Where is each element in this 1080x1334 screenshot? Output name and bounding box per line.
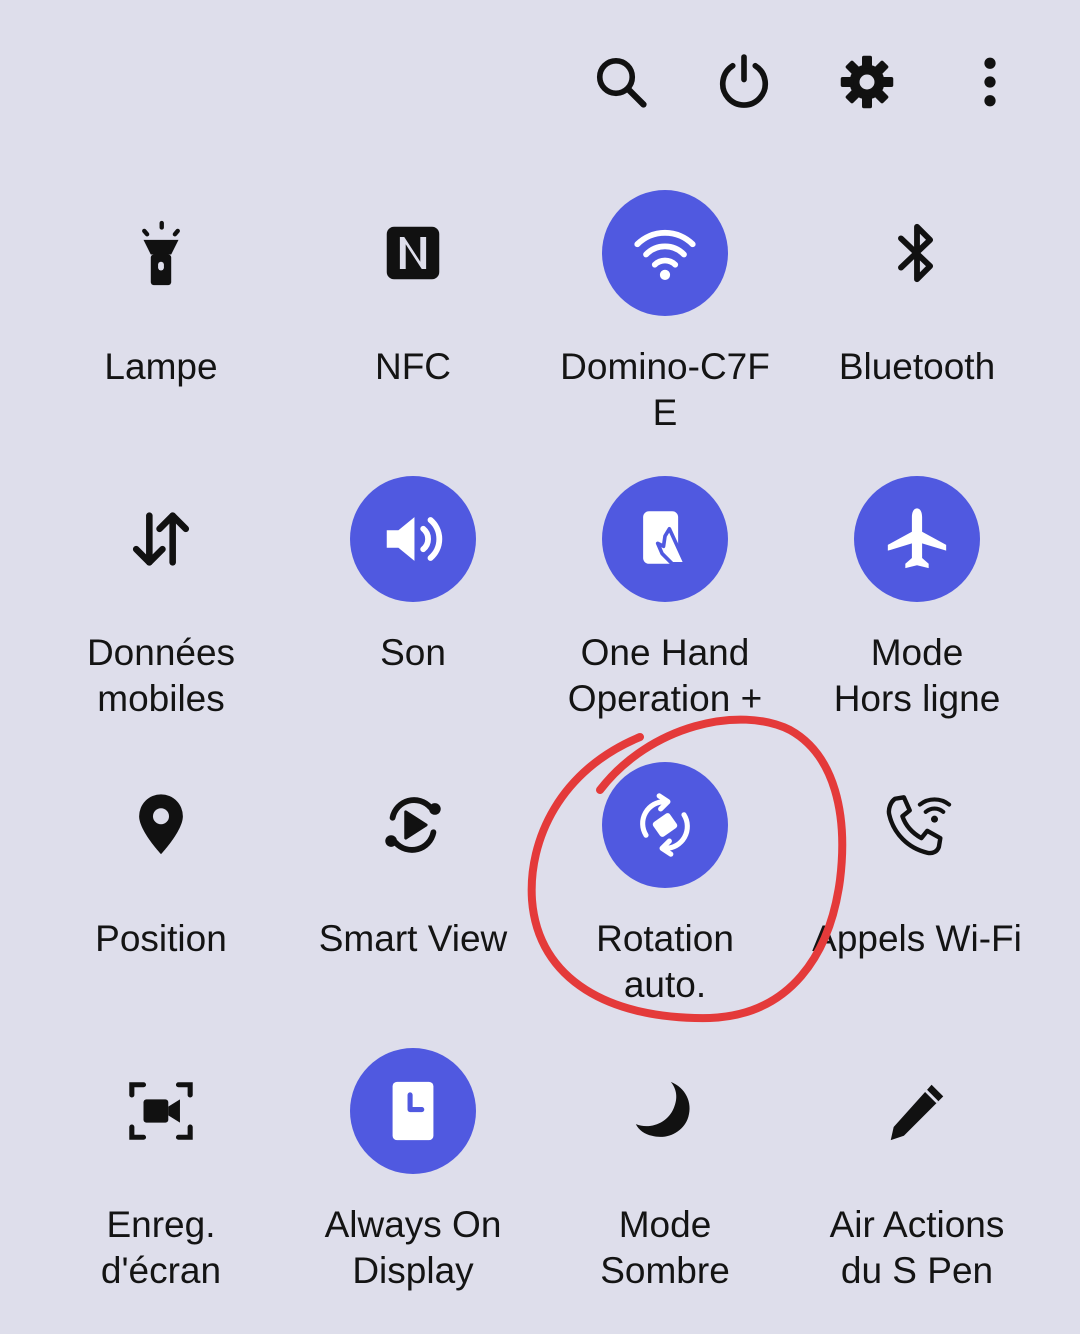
tile-mobile-data[interactable]: Données mobiles — [35, 476, 287, 762]
tile-bluetooth[interactable]: Bluetooth — [791, 190, 1043, 476]
tile-auto-rotate[interactable]: Rotation auto. — [539, 762, 791, 1048]
location-icon — [139, 794, 183, 855]
tile-label: Air Actions du S Pen — [829, 1204, 1005, 1291]
tile-dark-mode[interactable]: Mode Sombre — [539, 1048, 791, 1334]
more-options-button[interactable] — [950, 42, 1030, 122]
tile-smart-view[interactable]: Smart View — [287, 762, 539, 1048]
tile-always-on-display[interactable]: Always On Display — [287, 1048, 539, 1334]
tile-label: Mode Hors ligne — [833, 632, 1001, 719]
tile-label: Bluetooth — [838, 346, 996, 387]
tile-icon — [602, 1048, 728, 1174]
tile-label: Rotation auto. — [596, 918, 734, 1005]
tile-icon — [98, 476, 224, 602]
tile-label: Mode Sombre — [600, 1204, 730, 1291]
tile-label: Son — [380, 632, 446, 673]
always-on-display-icon — [392, 1081, 434, 1141]
tile-airplane-mode[interactable]: Mode Hors ligne — [791, 476, 1043, 762]
tile-icon — [602, 762, 728, 888]
quick-panel-header — [0, 0, 1080, 160]
pen-icon — [890, 1084, 944, 1141]
flashlight-icon — [142, 220, 180, 286]
more-vertical-icon — [984, 57, 996, 107]
tile-icon — [854, 476, 980, 602]
one-hand-icon — [643, 511, 688, 566]
tile-label: Position — [95, 918, 227, 959]
smart-view-icon — [385, 797, 441, 853]
search-icon — [596, 57, 647, 108]
search-button[interactable] — [581, 42, 661, 122]
airplane-icon — [887, 508, 947, 569]
tile-location[interactable]: Position — [35, 762, 287, 1048]
tile-wifi[interactable]: Domino-C7F E — [539, 190, 791, 476]
tile-icon — [602, 476, 728, 602]
tile-label: Données mobiles — [86, 632, 236, 719]
tile-label: Appels Wi-Fi — [812, 918, 1022, 959]
tile-label: Always On Display — [324, 1204, 502, 1291]
tile-icon — [350, 1048, 476, 1174]
tile-label: Enreg. d'écran — [100, 1204, 222, 1291]
mobile-data-icon — [132, 512, 190, 566]
tile-one-hand-operation[interactable]: One Hand Operation + — [539, 476, 791, 762]
tile-wifi-calling[interactable]: Appels Wi-Fi — [791, 762, 1043, 1048]
tile-flashlight[interactable]: Lampe — [35, 190, 287, 476]
tile-screen-recorder[interactable]: Enreg. d'écran — [35, 1048, 287, 1334]
tile-nfc[interactable]: NFC — [287, 190, 539, 476]
tile-icon — [350, 190, 476, 316]
tile-label: One Hand Operation + — [567, 632, 763, 719]
settings-button[interactable] — [827, 42, 907, 122]
tile-icon — [98, 190, 224, 316]
auto-rotate-icon — [640, 793, 690, 857]
screen-record-icon — [129, 1082, 193, 1140]
tile-icon — [350, 476, 476, 602]
tile-sound[interactable]: Son — [287, 476, 539, 762]
tile-label: NFC — [374, 346, 452, 387]
wifi-icon — [634, 229, 696, 280]
tile-icon — [854, 762, 980, 888]
tile-icon — [350, 762, 476, 888]
bluetooth-icon — [898, 223, 934, 283]
sound-icon — [386, 517, 443, 561]
moon-icon — [635, 1081, 690, 1137]
gear-icon — [840, 55, 894, 109]
wifi-calling-icon — [886, 795, 952, 856]
tile-air-actions[interactable]: Air Actions du S Pen — [791, 1048, 1043, 1334]
power-icon — [719, 54, 769, 108]
tile-icon — [854, 1048, 980, 1174]
tile-icon — [98, 1048, 224, 1174]
tile-icon — [602, 190, 728, 316]
tile-icon — [98, 762, 224, 888]
tile-label: Smart View — [318, 918, 508, 959]
nfc-icon — [386, 226, 440, 280]
power-button[interactable] — [704, 42, 784, 122]
tile-icon — [854, 190, 980, 316]
tile-label: Lampe — [104, 346, 218, 387]
tile-label: Domino-C7F E — [560, 346, 770, 433]
